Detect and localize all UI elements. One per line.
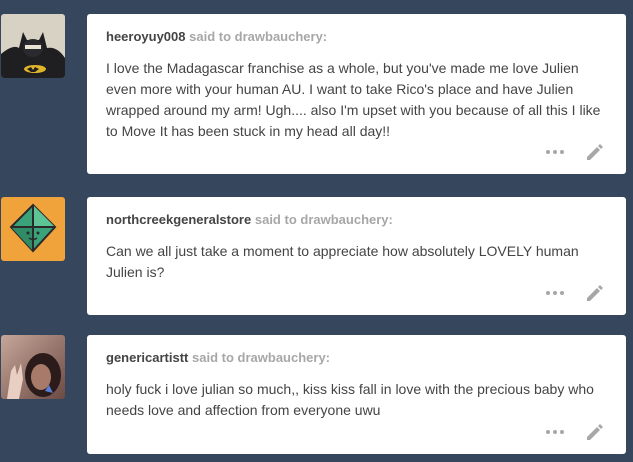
asker-username[interactable]: heeroyuy008 — [106, 29, 186, 44]
card-actions — [546, 283, 604, 303]
more-options-icon[interactable] — [546, 430, 564, 434]
said-to-text: said to — [254, 212, 297, 227]
card-actions — [546, 142, 604, 162]
recipient-username[interactable]: drawbauchery: — [238, 350, 330, 365]
card-actions — [546, 422, 604, 442]
avatar[interactable] — [1, 197, 65, 261]
pencil-icon[interactable] — [584, 283, 604, 303]
geometric-gem-avatar-icon — [1, 197, 65, 261]
recipient-username[interactable]: drawbauchery: — [300, 212, 392, 227]
asker-username[interactable]: genericartistt — [106, 350, 188, 365]
said-to-text: said to — [189, 29, 232, 44]
ask-card: northcreekgeneralstore said to drawbauch… — [87, 197, 626, 315]
avatar[interactable] — [1, 14, 65, 78]
ask-message: Can we all just take a moment to appreci… — [106, 243, 579, 280]
ask-card: heeroyuy008 said to drawbauchery: I love… — [87, 14, 626, 174]
ask-card: genericartistt said to drawbauchery: hol… — [87, 335, 626, 454]
batman-avatar-icon — [1, 14, 65, 78]
ask-header: genericartistt said to drawbauchery: — [106, 350, 606, 366]
pencil-icon[interactable] — [584, 142, 604, 162]
selfie-avatar-icon — [1, 335, 65, 399]
ask-message: holy fuck i love julian so much,, kiss k… — [106, 381, 594, 418]
ask-header: heeroyuy008 said to drawbauchery: — [106, 29, 606, 45]
more-options-icon[interactable] — [546, 150, 564, 154]
more-options-icon[interactable] — [546, 291, 564, 295]
pencil-icon[interactable] — [584, 422, 604, 442]
said-to-text: said to — [192, 350, 234, 365]
asker-username[interactable]: northcreekgeneralstore — [106, 212, 251, 227]
avatar[interactable] — [1, 335, 65, 399]
ask-header: northcreekgeneralstore said to drawbauch… — [106, 212, 606, 228]
ask-message: I love the Madagascar franchise as a who… — [106, 60, 601, 139]
recipient-username[interactable]: drawbauchery: — [235, 29, 327, 44]
